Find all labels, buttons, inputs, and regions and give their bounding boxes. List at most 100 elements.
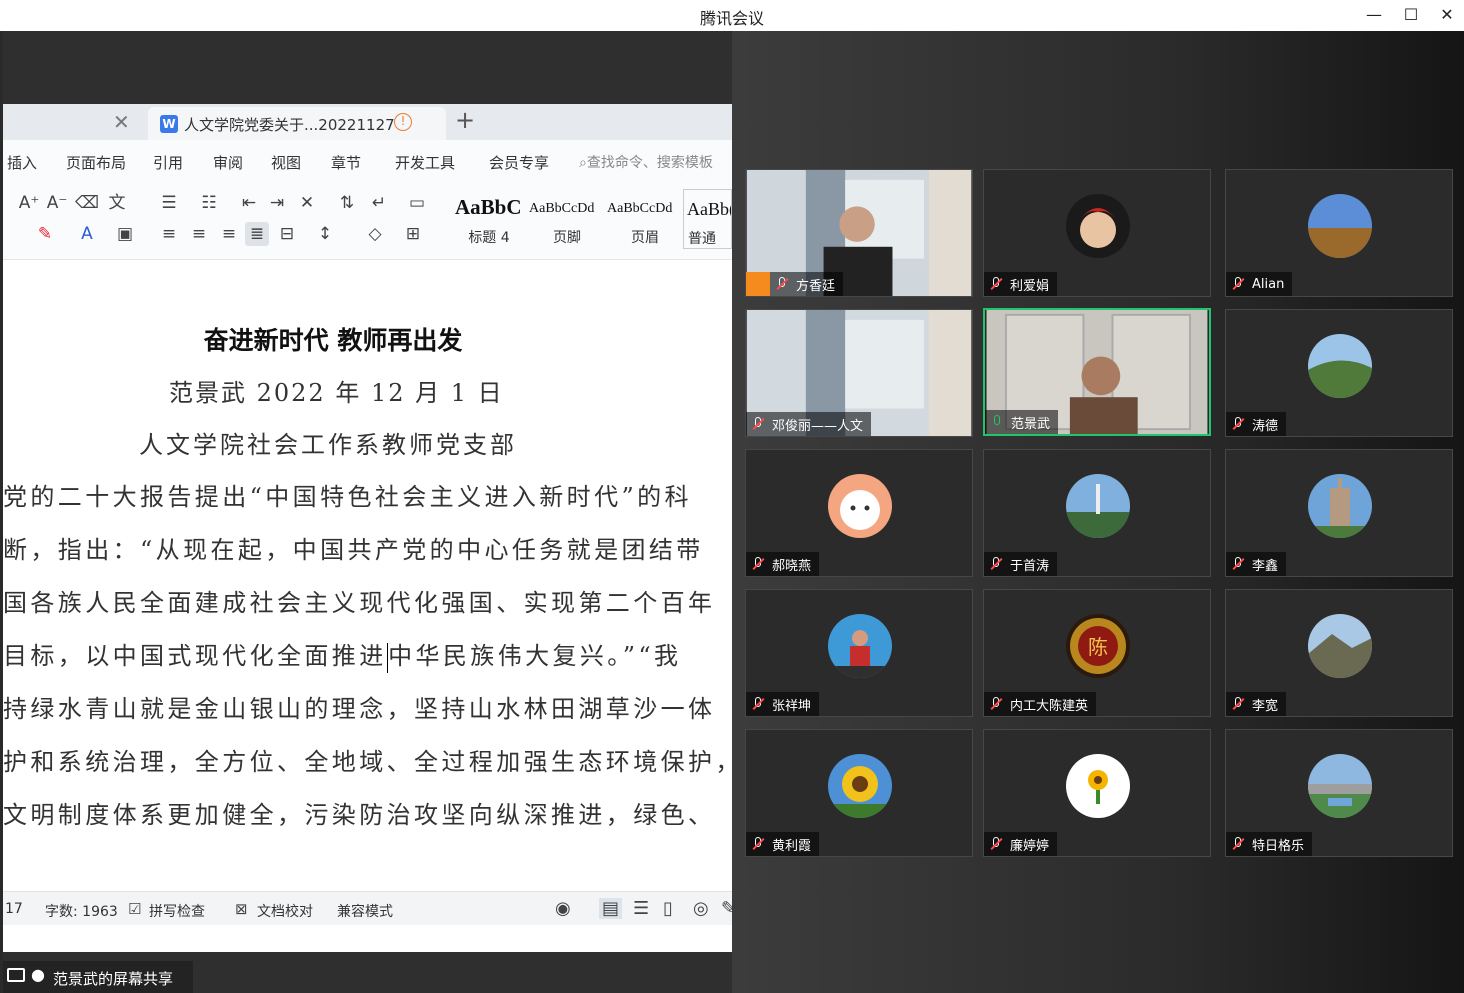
document-paragraph-line: 断，指出：“从现在起，中国共产党的中心任务就是团结带 — [3, 536, 704, 564]
menu-references[interactable]: 引用 — [153, 152, 183, 173]
mic-muted-icon — [1230, 696, 1246, 712]
participant-tile[interactable]: 方香廷 — [745, 169, 973, 297]
mic-muted-icon — [750, 416, 766, 432]
participant-tile-active-speaker[interactable]: 范景武 — [983, 308, 1211, 436]
menu-page-layout[interactable]: 页面布局 — [66, 152, 126, 173]
participant-tile[interactable]: 张祥坤 — [745, 589, 973, 717]
eye-protect-icon[interactable]: ◉ — [555, 898, 571, 919]
web-view-icon[interactable]: ◎ — [693, 898, 709, 919]
participant-tile[interactable]: 邓俊丽——人文 — [745, 309, 973, 437]
maximize-button[interactable]: ☐ — [1393, 2, 1429, 28]
show-marks-icon[interactable]: ↵ — [367, 191, 391, 215]
phonetic-guide-icon[interactable]: 文 — [105, 191, 129, 215]
style-label: 页脚 — [553, 230, 581, 246]
close-button[interactable]: ✕ — [1429, 2, 1464, 28]
increase-indent-icon[interactable]: ⇥ — [265, 191, 289, 215]
line-spacing-icon[interactable]: ↕ — [313, 222, 337, 246]
char-border-icon[interactable]: ▣ — [113, 222, 137, 246]
justify-icon[interactable]: ≣ — [245, 222, 269, 246]
highlight-icon[interactable]: ✎ — [33, 222, 57, 246]
mic-muted-icon — [750, 556, 766, 572]
numbered-list-icon[interactable]: ☷ — [197, 191, 221, 215]
participant-name: Alian — [1252, 276, 1285, 292]
new-tab-button[interactable]: + — [455, 106, 475, 134]
participant-tile[interactable]: 郝晓燕 — [745, 449, 973, 577]
line-before-cursor: 目标，以中国式现代化全面推进 — [3, 642, 387, 670]
screen-share-indicator[interactable]: ● 范景武的屏幕共享 — [3, 961, 193, 993]
participant-tile[interactable]: 李鑫 — [1225, 449, 1453, 577]
borders-icon[interactable]: ⊞ — [401, 222, 425, 246]
mic-muted-icon — [1230, 556, 1246, 572]
participant-tile[interactable]: 黄利霞 — [745, 729, 973, 857]
participant-nameplate: 廉婷婷 — [984, 832, 1058, 856]
minimize-button[interactable]: — — [1356, 2, 1392, 28]
participant-tile[interactable]: Alian — [1225, 169, 1453, 297]
align-center-icon[interactable]: ≡ — [187, 222, 211, 246]
tab-ruler-icon[interactable]: ▭ — [405, 191, 429, 215]
participant-nameplate: 特日格乐 — [1226, 832, 1313, 856]
doc-proof-button[interactable]: 文档校对 — [257, 901, 313, 921]
participant-name: 黄利霞 — [772, 838, 812, 854]
shared-screen-top — [3, 31, 732, 104]
outline-view-icon[interactable]: ☰ — [633, 898, 649, 919]
menu-view[interactable]: 视图 — [271, 152, 301, 173]
clear-format-icon[interactable]: ⌫ — [75, 191, 99, 215]
word-count[interactable]: 字数: 1963 — [45, 901, 118, 921]
document-paragraph-line: 党的二十大报告提出“中国特色社会主义进入新时代”的科 — [3, 483, 692, 511]
participant-tile[interactable]: 李宽 — [1225, 589, 1453, 717]
page-view-icon[interactable]: ▤ — [599, 898, 623, 919]
command-search[interactable]: ⌕查找命令、搜索模板 — [579, 152, 713, 172]
window-title: 腾讯会议 — [699, 9, 764, 28]
participant-nameplate: 黄利霞 — [746, 832, 820, 856]
mic-muted-icon — [774, 276, 790, 292]
spell-check-button[interactable]: 拼写检查 — [149, 901, 205, 921]
sort-icon[interactable]: ⇅ — [335, 191, 359, 215]
mic-muted-icon — [1230, 416, 1246, 432]
avatar — [1066, 474, 1130, 538]
participant-tile[interactable]: 于首涛 — [983, 449, 1211, 577]
edit-icon[interactable]: ✎ — [721, 898, 732, 919]
avatar — [1308, 194, 1372, 258]
participant-name: 廉婷婷 — [1010, 838, 1050, 854]
style-heading4[interactable]: AaBbC 标题 4 — [451, 189, 527, 249]
bullet-list-icon[interactable]: ☰ — [157, 191, 181, 215]
align-right-icon[interactable]: ≡ — [217, 222, 241, 246]
chinese-layout-icon[interactable]: ✕ — [295, 191, 319, 215]
wps-writer-icon: W — [160, 115, 178, 133]
menu-chapter[interactable]: 章节 — [331, 152, 361, 173]
style-sample: AaBbCcDd — [529, 201, 595, 216]
participant-nameplate: 邓俊丽——人文 — [746, 412, 872, 436]
reading-view-icon[interactable]: ▯ — [663, 898, 673, 919]
participant-name: 特日格乐 — [1252, 838, 1305, 854]
participant-tile[interactable]: 特日格乐 — [1225, 729, 1453, 857]
participant-tile[interactable]: 利爱娟 — [983, 169, 1211, 297]
document-page[interactable]: 奋进新时代 教师再出发 范景武 2022 年 12 月 1 日 人文学院社会工作… — [3, 261, 732, 891]
shading-icon[interactable]: ◇ — [363, 222, 387, 246]
font-grow-icon[interactable]: A⁺ — [17, 191, 41, 215]
menu-insert[interactable]: 插入 — [7, 152, 37, 173]
warning-icon[interactable]: ! — [394, 113, 412, 131]
document-tab[interactable]: W 人文学院党委关于...20221127 ! — [148, 107, 446, 140]
menu-review[interactable]: 审阅 — [213, 152, 243, 173]
align-left-icon[interactable]: ≡ — [157, 222, 181, 246]
style-label: 标题 4 — [468, 230, 510, 246]
participant-tile[interactable]: 涛德 — [1225, 309, 1453, 437]
style-footer[interactable]: AaBbCcDd 页脚 — [529, 189, 605, 249]
font-shrink-icon[interactable]: A⁻ — [45, 191, 69, 215]
close-tab-icon[interactable]: ✕ — [113, 110, 130, 134]
participant-tile[interactable]: 陈 内工大陈建英 — [983, 589, 1211, 717]
distribute-icon[interactable]: ⊟ — [275, 222, 299, 246]
font-color-icon[interactable]: A — [75, 222, 99, 246]
participant-nameplate: Alian — [1226, 272, 1293, 296]
style-normal-web[interactable]: AaBb( 普通(网 — [683, 189, 732, 249]
menu-developer[interactable]: 开发工具 — [395, 152, 455, 173]
menu-member[interactable]: 会员专享 — [489, 152, 549, 173]
participant-tile[interactable]: 廉婷婷 — [983, 729, 1211, 857]
style-header[interactable]: AaBbCcDd 页眉 — [607, 189, 683, 249]
participant-nameplate: 李宽 — [1226, 692, 1287, 716]
decrease-indent-icon[interactable]: ⇤ — [237, 191, 261, 215]
participant-nameplate: 郝晓燕 — [746, 552, 820, 576]
mic-active-icon — [989, 414, 1005, 430]
document-paragraph-line: 护和系统治理，全方位、全地域、全过程加强生态环境保护， — [3, 748, 732, 776]
document-org: 人文学院社会工作系教师党支部 — [139, 431, 517, 459]
